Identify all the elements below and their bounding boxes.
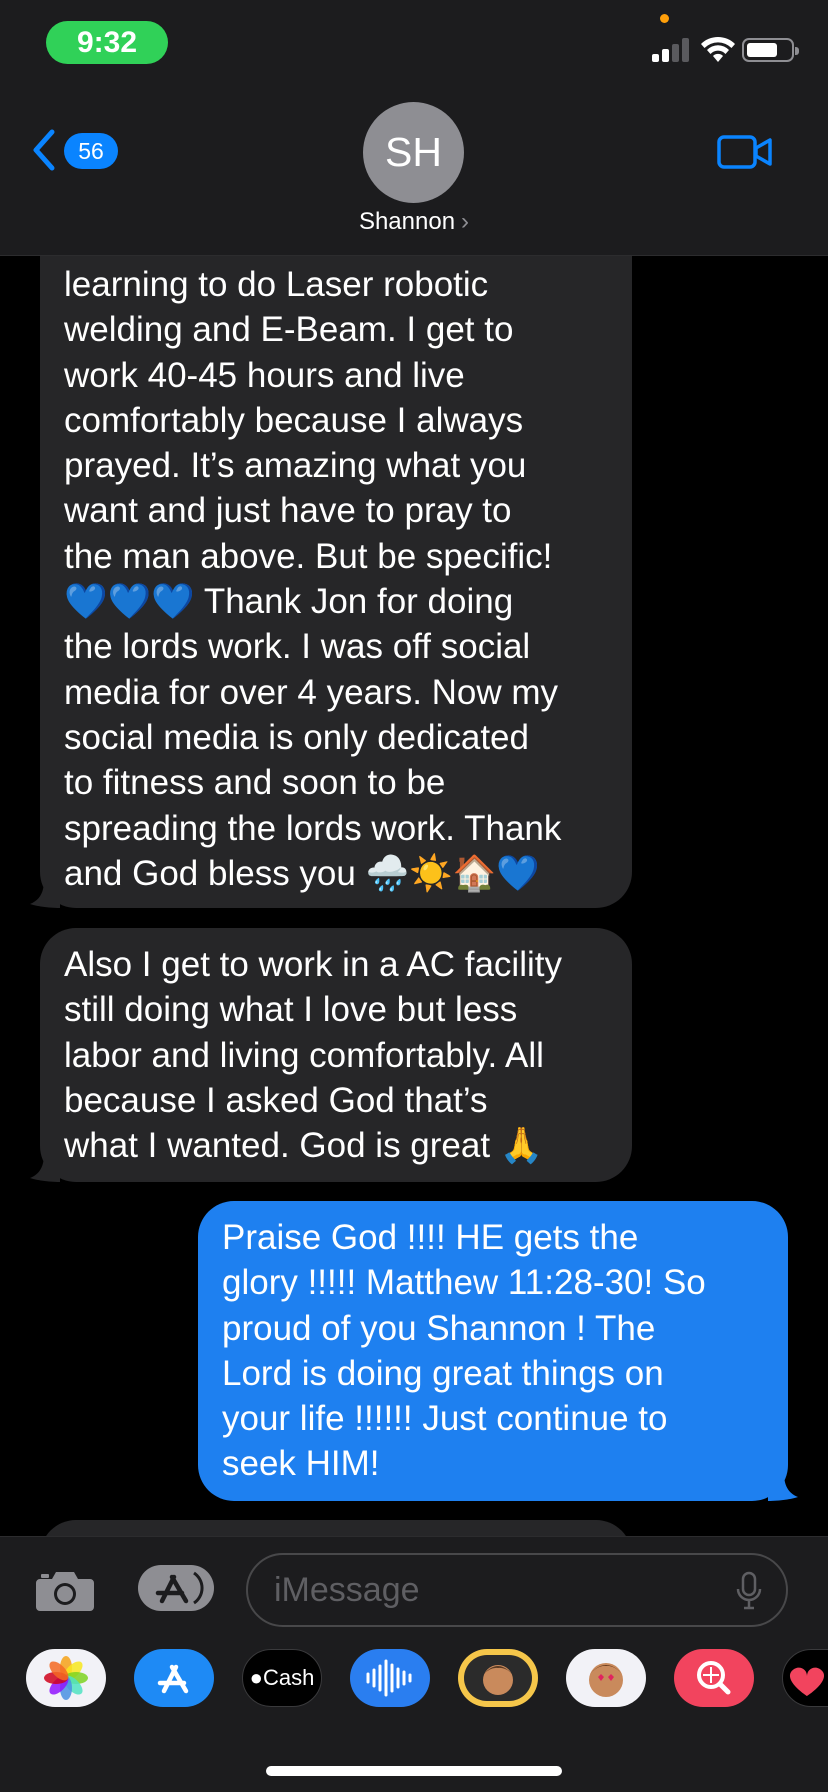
message-line: the lords work. I was off social (64, 627, 531, 667)
photos-app-icon[interactable] (26, 1649, 106, 1707)
message-line: learning to do Laser robotic (64, 265, 489, 304)
message-input-bar (0, 1536, 828, 1634)
message-line: proud of you Shannon ! The (222, 1308, 656, 1348)
message-line: seek HIM! (222, 1444, 380, 1484)
chevron-left-icon (33, 129, 55, 171)
message-line: prayed. It’s amazing what you (64, 446, 527, 486)
image-search-app-icon[interactable] (674, 1649, 754, 1707)
message-line: spreading the lords work. Thank (64, 808, 562, 848)
message-line: Lord is doing great things on (222, 1353, 664, 1393)
cellular-signal-icon (652, 38, 690, 62)
bubble-tail-incoming (30, 1154, 60, 1182)
outgoing-message-bubble[interactable]: Praise God !!!! HE gets the glory !!!!! … (198, 1201, 788, 1501)
message-line: still doing what I love but less (64, 990, 518, 1030)
battery-icon (742, 38, 799, 62)
home-indicator[interactable] (266, 1766, 562, 1776)
imessage-input[interactable] (246, 1553, 788, 1627)
message-line: labor and living comfortably. All (64, 1035, 544, 1075)
privacy-indicator-dot (660, 14, 669, 23)
message-line: what I wanted. God is great 🙏 (64, 1126, 544, 1166)
message-line: want and just have to pray to (64, 491, 512, 531)
contact-name-button[interactable]: Shannon › (300, 208, 528, 236)
memoji-app-icon[interactable] (458, 1649, 538, 1707)
contact-name: Shannon (358, 208, 456, 235)
message-line: to fitness and soon to be (64, 763, 446, 803)
contact-avatar[interactable]: SH (363, 102, 464, 203)
back-button[interactable]: 56 (30, 126, 120, 176)
apple-logo-icon: ● (249, 1665, 263, 1690)
message-line: social media is only dedicated (64, 717, 529, 757)
cash-label: Cash (262, 1665, 315, 1690)
digital-touch-app-icon[interactable] (782, 1649, 828, 1707)
message-line: Praise God !!!! HE gets the (222, 1218, 639, 1257)
memoji-stickers-app-icon[interactable] (566, 1649, 646, 1707)
app-drawer: ●Cash (0, 1634, 828, 1792)
app-store-app-icon[interactable] (134, 1649, 214, 1707)
message-line: welding and E-Beam. I get to (64, 310, 514, 350)
wifi-icon (701, 36, 735, 62)
message-line: because I asked God that’s (64, 1080, 488, 1120)
message-line: work 40-45 hours and live (64, 355, 465, 395)
incoming-message-bubble[interactable]: learning to do Laser robotic welding and… (40, 210, 632, 908)
message-line: and God bless you 🌧️☀️🏠💙 (64, 853, 540, 893)
bubble-tail-incoming (30, 880, 60, 908)
message-line: the man above. But be specific! (64, 536, 553, 576)
message-line: glory !!!!! Matthew 11:28-30! So (222, 1263, 706, 1303)
microphone-icon[interactable] (734, 1571, 764, 1611)
chevron-right-icon: › (461, 208, 470, 235)
incoming-message-bubble[interactable]: Also I get to work in a AC facility stil… (40, 928, 632, 1182)
apple-cash-app-icon[interactable]: ●Cash (242, 1649, 322, 1707)
message-line: media for over 4 years. Now my (64, 672, 559, 712)
message-line: 💙💙💙 Thank Jon for doing (64, 582, 514, 622)
message-line: your life !!!!!! Just continue to (222, 1399, 668, 1439)
unread-count-badge: 56 (64, 133, 118, 169)
status-time[interactable]: 9:32 (46, 21, 168, 64)
audio-message-app-icon[interactable] (350, 1649, 430, 1707)
message-line: Also I get to work in a AC facility (64, 945, 562, 984)
bubble-tail-outgoing (768, 1473, 798, 1501)
app-store-icon[interactable] (138, 1565, 214, 1611)
message-line: comfortably because I always (64, 400, 524, 440)
video-camera-icon[interactable] (716, 132, 774, 172)
camera-icon[interactable] (34, 1567, 96, 1613)
conversation-header: 9:32 56 SH Shannon › (0, 0, 828, 256)
